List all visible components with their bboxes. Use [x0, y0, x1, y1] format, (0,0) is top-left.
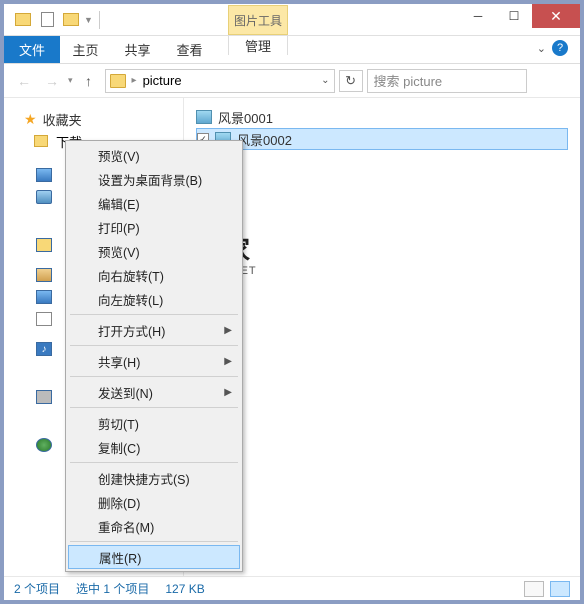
status-selection: 选中 1 个项目	[76, 580, 149, 597]
menu-item[interactable]: 复制(C)	[68, 435, 240, 459]
device-icon	[36, 190, 52, 204]
contextual-tab-label: 图片工具	[228, 5, 288, 35]
close-button[interactable]: ✕	[532, 4, 580, 28]
menu-item[interactable]: 打开方式(H)▶	[68, 318, 240, 342]
file-name: 风景0002	[237, 130, 292, 149]
ribbon-toggle-icon[interactable]: ⌄	[537, 42, 546, 55]
tab-view[interactable]: 查看	[164, 36, 216, 63]
menu-separator	[70, 314, 238, 315]
chevron-right-icon: ▶	[224, 356, 232, 367]
favorites-label: 收藏夹	[43, 110, 82, 129]
address-path: picture	[143, 73, 182, 88]
computer-icon	[36, 390, 52, 404]
menu-separator	[70, 541, 238, 542]
file-item-selected[interactable]: ✓ 风景0002	[196, 128, 568, 150]
quick-access-toolbar: ▼	[4, 9, 104, 31]
menu-item[interactable]: 删除(D)	[68, 490, 240, 514]
back-button[interactable]: ←	[12, 69, 36, 93]
file-name: 风景0001	[218, 108, 273, 127]
context-menu: 预览(V)设置为桌面背景(B)编辑(E)打印(P)预览(V)向右旋转(T)向左旋…	[65, 140, 243, 572]
menu-separator	[70, 345, 238, 346]
file-list: 风景0001 ✓ 风景0002	[184, 98, 580, 576]
menu-item[interactable]: 设置为桌面背景(B)	[68, 167, 240, 191]
menu-separator	[70, 407, 238, 408]
refresh-button[interactable]: ↻	[339, 70, 363, 92]
tab-manage[interactable]: 管理	[228, 36, 288, 55]
thumbnails-view-button[interactable]	[550, 581, 570, 597]
chevron-right-icon: ▶	[224, 387, 232, 398]
music-icon: ♪	[36, 342, 52, 356]
up-button[interactable]: ↑	[77, 69, 101, 93]
menu-item[interactable]: 属性(R)	[68, 545, 240, 569]
pictures-icon	[36, 268, 52, 282]
folder-icon	[36, 238, 52, 252]
menu-item[interactable]: 共享(H)▶	[68, 349, 240, 373]
tab-share[interactable]: 共享	[112, 36, 164, 63]
documents-icon	[36, 312, 52, 326]
chevron-right-icon: ▶	[224, 325, 232, 336]
status-item-count: 2 个项目	[14, 580, 60, 597]
tab-file[interactable]: 文件	[4, 36, 60, 63]
menu-item[interactable]: 向左旋转(L)	[68, 287, 240, 311]
forward-button[interactable]: →	[40, 69, 64, 93]
address-bar[interactable]: ▸ picture ⌄	[105, 69, 335, 93]
new-folder-icon[interactable]	[60, 9, 82, 31]
file-item[interactable]: 风景0001	[196, 106, 568, 128]
title-bar: ▼ 图片工具 ─ ☐ ✕	[4, 4, 580, 36]
navigation-bar: ← → ▾ ↑ ▸ picture ⌄ ↻ 搜索 picture	[4, 64, 580, 98]
menu-item[interactable]: 创建快捷方式(S)	[68, 466, 240, 490]
properties-icon[interactable]	[36, 9, 58, 31]
minimize-button[interactable]: ─	[460, 4, 496, 28]
details-view-button[interactable]	[524, 581, 544, 597]
image-file-icon	[196, 110, 212, 124]
tab-home[interactable]: 主页	[60, 36, 112, 63]
separator	[99, 11, 100, 29]
folder-icon	[110, 74, 126, 88]
status-size: 127 KB	[165, 582, 204, 596]
help-icon[interactable]: ?	[552, 40, 568, 56]
menu-item[interactable]: 预览(V)	[68, 239, 240, 263]
folder-icon[interactable]	[12, 9, 34, 31]
ribbon-tabs: 文件 主页 共享 查看 管理 ⌄ ?	[4, 36, 580, 64]
videos-icon	[36, 290, 52, 304]
network-icon	[36, 438, 52, 452]
folder-icon	[34, 135, 48, 147]
history-dropdown-icon[interactable]: ▾	[68, 75, 73, 86]
menu-item[interactable]: 剪切(T)	[68, 411, 240, 435]
qat-dropdown-icon[interactable]: ▼	[84, 15, 93, 25]
menu-item[interactable]: 打印(P)	[68, 215, 240, 239]
menu-item[interactable]: 发送到(N)▶	[68, 380, 240, 404]
status-bar: 2 个项目 选中 1 个项目 127 KB	[4, 576, 580, 600]
drive-icon	[36, 168, 52, 182]
search-input[interactable]: 搜索 picture	[367, 69, 527, 93]
menu-item[interactable]: 编辑(E)	[68, 191, 240, 215]
menu-separator	[70, 462, 238, 463]
menu-item[interactable]: 重命名(M)	[68, 514, 240, 538]
menu-separator	[70, 376, 238, 377]
search-placeholder: 搜索 picture	[374, 71, 443, 90]
favorites-header[interactable]: ★ 收藏夹	[4, 108, 183, 130]
address-dropdown-icon[interactable]: ⌄	[321, 75, 329, 86]
maximize-button[interactable]: ☐	[496, 4, 532, 28]
star-icon: ★	[24, 111, 37, 128]
menu-item[interactable]: 预览(V)	[68, 143, 240, 167]
chevron-right-icon: ▸	[132, 75, 137, 86]
menu-item[interactable]: 向右旋转(T)	[68, 263, 240, 287]
